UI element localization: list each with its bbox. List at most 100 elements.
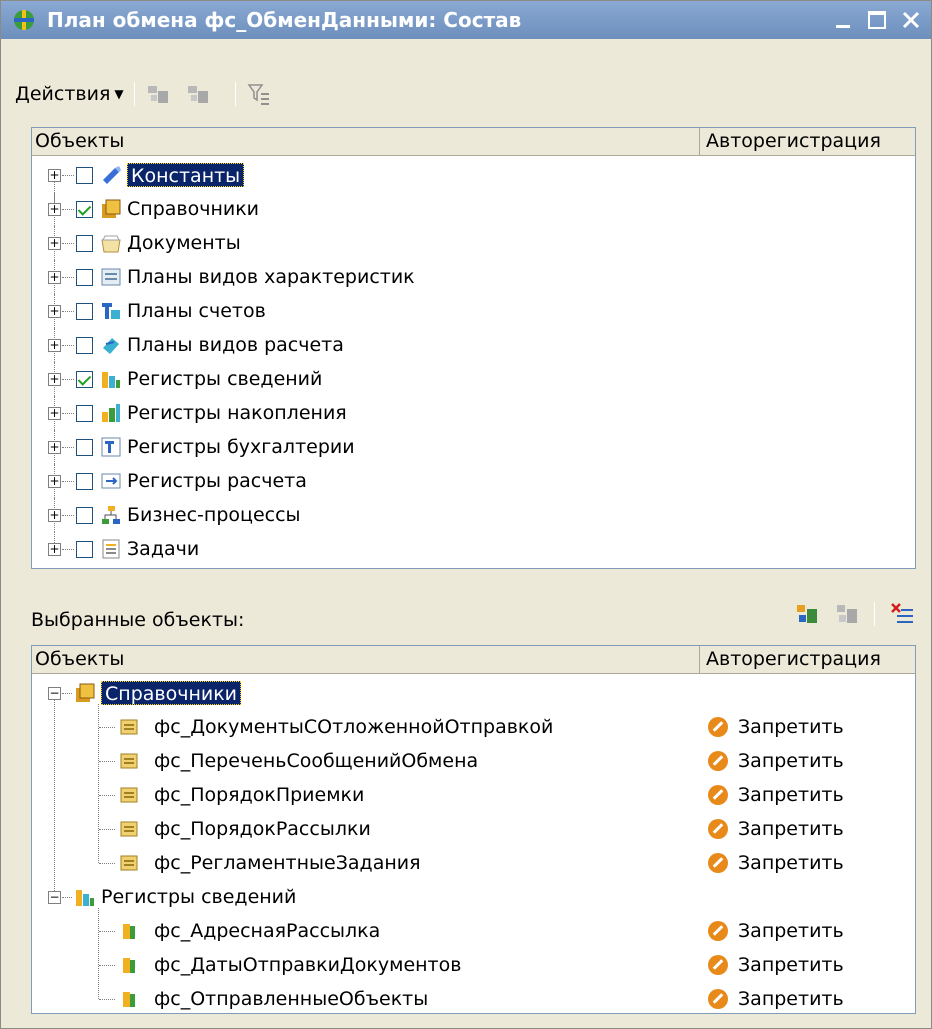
collapse-icon[interactable]: − [48, 891, 61, 904]
tree-connector [62, 413, 74, 414]
include-checkbox[interactable] [76, 337, 93, 354]
autoregistration-value[interactable]: Запретить [738, 982, 844, 1013]
tree-row[interactable]: + Бизнес-процессы [32, 498, 915, 532]
tree-row[interactable]: + Планы видов характеристик [32, 260, 915, 294]
include-checkbox[interactable] [76, 269, 93, 286]
selected-objects-label: Выбранные объекты: [31, 609, 245, 631]
autoregistration-value[interactable]: Запретить [738, 710, 844, 744]
characteristic-types-icon [100, 266, 122, 288]
selected-object-row[interactable]: фс_ДатыОтправкиДокументов Запретить [32, 948, 915, 982]
expand-icon[interactable]: + [48, 441, 61, 454]
expand-icon[interactable]: + [48, 271, 61, 284]
forbid-icon [708, 989, 728, 1009]
chevron-down-icon[interactable]: ▼ [114, 87, 123, 101]
tree-row[interactable]: + Задачи [32, 532, 915, 566]
catalog-item-icon [118, 852, 140, 874]
tree-connector [99, 965, 115, 966]
object-label: фс_АдреснаяРассылка [154, 920, 381, 942]
column-header-objects[interactable]: Объекты [32, 128, 700, 156]
maximize-icon[interactable] [865, 8, 889, 32]
expand-icon[interactable]: + [48, 203, 61, 216]
expand-icon[interactable]: + [48, 475, 61, 488]
expand-icon[interactable]: + [48, 509, 61, 522]
tree-item-label: Бизнес-процессы [127, 504, 301, 526]
autoregistration-value[interactable]: Запретить [738, 744, 844, 778]
object-label: фс_РегламентныеЗадания [154, 852, 421, 874]
tree-item-label: Планы видов характеристик [127, 266, 415, 288]
selected-objects-tree[interactable]: Объекты Авторегистрация − Справочники фс_Д… [31, 645, 916, 1014]
tree-connector [62, 515, 74, 516]
minimize-icon[interactable] [831, 8, 855, 32]
selected-object-row[interactable]: фс_ОтправленныеОбъекты Запретить [32, 982, 915, 1013]
include-checkbox[interactable] [76, 541, 93, 558]
include-checkbox[interactable] [76, 439, 93, 456]
object-label: фс_ДокументыСОтложеннойОтправкой [154, 716, 554, 738]
include-checkbox[interactable] [76, 371, 93, 388]
selected-object-row[interactable]: фс_ПорядокРассылки Запретить [32, 812, 915, 846]
autoregistration-value[interactable]: Запретить [738, 914, 844, 948]
tree-row[interactable]: + Планы видов расчета [32, 328, 915, 362]
tree-connector [62, 897, 72, 898]
tree-connector [99, 727, 115, 728]
tree-row[interactable]: + Регистры бухгалтерии [32, 430, 915, 464]
window-title: План обмена фс_ОбменДанными: Состав [47, 8, 522, 32]
register-selected-icon[interactable] [794, 601, 820, 627]
expand-icon[interactable]: + [48, 543, 61, 556]
expand-icon[interactable]: + [48, 339, 61, 352]
toolbar-separator [874, 602, 875, 626]
catalogs-icon [100, 198, 122, 220]
actions-menu[interactable]: Действия [15, 83, 110, 105]
autoregistration-value[interactable]: Запретить [738, 778, 844, 812]
include-checkbox[interactable] [76, 405, 93, 422]
include-checkbox[interactable] [76, 167, 93, 184]
expand-icon[interactable]: + [48, 407, 61, 420]
delete-list-icon[interactable] [889, 601, 915, 627]
expand-icon[interactable]: + [48, 305, 61, 318]
tree-row[interactable]: + Регистры накопления [32, 396, 915, 430]
tree-row[interactable]: + Справочники [32, 192, 915, 226]
include-checkbox[interactable] [76, 303, 93, 320]
expand-icon[interactable]: + [48, 373, 61, 386]
expand-icon[interactable]: + [48, 237, 61, 250]
toolbar-separator [234, 82, 236, 106]
unregister-icon[interactable] [185, 81, 211, 107]
charts-of-accounts-icon [100, 300, 122, 322]
close-icon[interactable] [899, 8, 923, 32]
autoregistration-value[interactable]: Запретить [738, 948, 844, 982]
objects-tree[interactable]: Объекты Авторегистрация + Константы + Справ… [31, 127, 916, 569]
group-row[interactable]: − Справочники [32, 676, 915, 710]
tree-row[interactable]: + Планы счетов [32, 294, 915, 328]
include-checkbox[interactable] [76, 235, 93, 252]
selected-object-row[interactable]: фс_ПереченьСообщенийОбмена Запретить [32, 744, 915, 778]
unregister-selected-icon[interactable] [834, 601, 860, 627]
group-row[interactable]: − Регистры сведений [32, 880, 915, 914]
selected-object-row[interactable]: фс_РегламентныеЗадания Запретить [32, 846, 915, 880]
forbid-icon [708, 921, 728, 941]
autoregistration-value[interactable]: Запретить [738, 846, 844, 880]
tree-connector [62, 379, 74, 380]
include-checkbox[interactable] [76, 507, 93, 524]
selected-object-row[interactable]: фс_ПорядокПриемки Запретить [32, 778, 915, 812]
column-header-objects[interactable]: Объекты [32, 646, 700, 674]
tree-item-label: Планы видов расчета [127, 334, 344, 356]
autoregistration-value[interactable]: Запретить [738, 812, 844, 846]
tree-row[interactable]: + Константы [32, 158, 915, 209]
tree-row[interactable]: + Регистры расчета [32, 464, 915, 498]
column-header-autoregistration[interactable]: Авторегистрация [703, 646, 881, 674]
selected-object-row[interactable]: фс_АдреснаяРассылка Запретить [32, 914, 915, 948]
filter-tree-icon[interactable] [246, 81, 272, 107]
tasks-icon [100, 538, 122, 560]
include-checkbox[interactable] [76, 201, 93, 218]
tree-connector [99, 999, 115, 1000]
collapse-icon[interactable]: − [48, 687, 61, 700]
tree-row[interactable]: + Документы [32, 226, 915, 260]
tree-connector [99, 863, 115, 864]
tree-row[interactable]: + Регистры сведений [32, 362, 915, 396]
tree-connector [62, 243, 74, 244]
register-icon[interactable] [145, 81, 171, 107]
expand-icon[interactable]: + [48, 169, 61, 182]
include-checkbox[interactable] [76, 473, 93, 490]
selected-object-row[interactable]: фс_ДокументыСОтложеннойОтправкой Запретит… [32, 710, 915, 744]
tree-connector [99, 829, 115, 830]
column-header-autoregistration[interactable]: Авторегистрация [703, 128, 881, 156]
